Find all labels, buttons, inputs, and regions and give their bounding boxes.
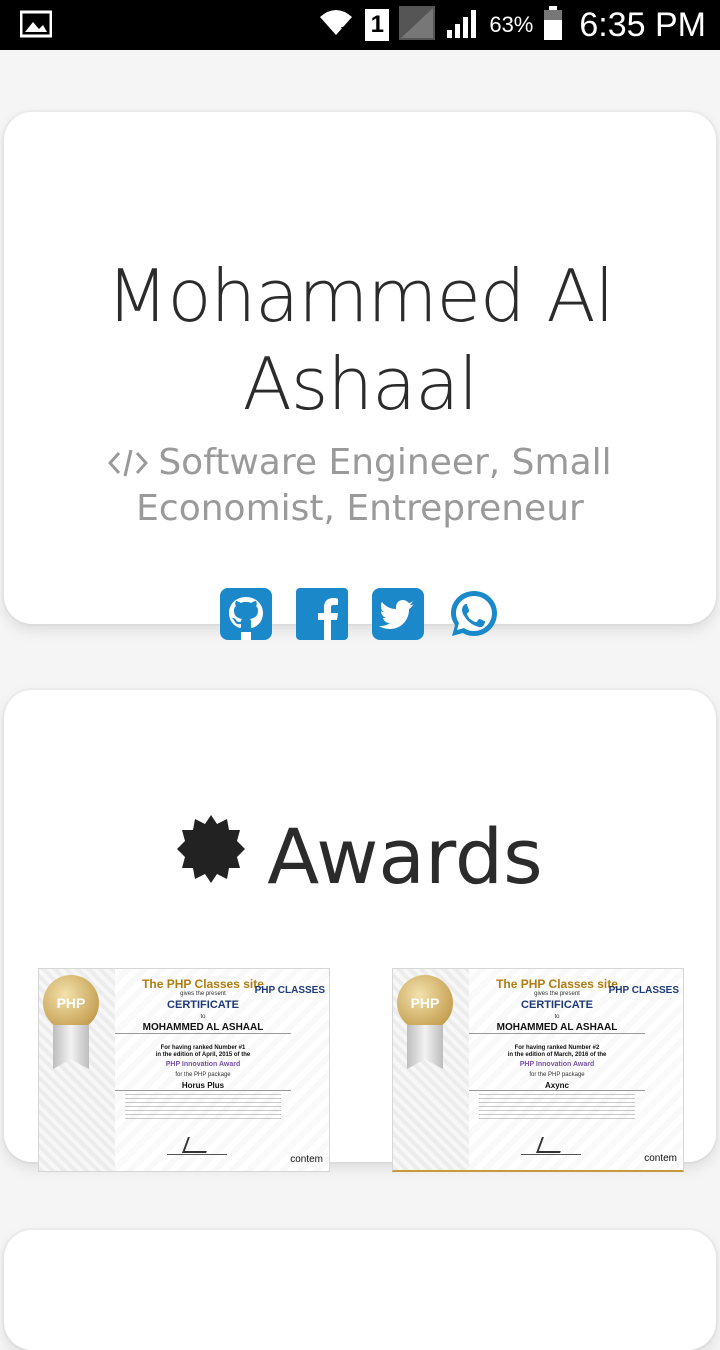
profile-name-line-1: Mohammed Al	[106, 254, 614, 338]
code-icon	[108, 446, 149, 488]
certificate-body-text	[479, 1094, 635, 1122]
php-seal-icon: PHP	[397, 975, 453, 1031]
certificate-package: Axync	[469, 1081, 645, 1091]
awards-title: Awards	[267, 812, 543, 901]
certificate-award: PHP Innovation Award	[519, 1061, 595, 1068]
php-classes-logo: PHP CLASSES	[608, 985, 679, 996]
certificate-package: Horus Plus	[115, 1081, 291, 1091]
certificate-rank-line-1: For having ranked Number #2	[514, 1045, 600, 1051]
social-links	[4, 588, 716, 640]
profile-card: Mohammed Al Ashaal Software Engineer, Sm…	[4, 112, 716, 640]
whatsapp-link[interactable]	[448, 588, 500, 640]
certificate-badge-icon	[177, 812, 246, 901]
subtitle-line-2: Economist, Entrepreneur	[136, 488, 584, 529]
signal-icon	[445, 6, 479, 44]
certificate-body-text	[125, 1094, 281, 1122]
contem-logo: contem	[290, 1154, 323, 1165]
profile-name: Mohammed Al Ashaal	[4, 252, 716, 428]
whatsapp-icon	[451, 591, 497, 636]
certificate-rank-line-2: in the edition of March, 2016 of the	[507, 1052, 607, 1058]
certificate-to: to	[554, 1014, 560, 1020]
subtitle-line-1: Software Engineer, Small	[158, 442, 612, 483]
signature	[167, 1135, 227, 1155]
wifi-icon	[317, 5, 355, 45]
awards-heading: Awards	[4, 812, 716, 901]
signature	[521, 1135, 581, 1155]
next-section-card	[4, 1230, 716, 1350]
battery-icon	[543, 6, 563, 44]
twitter-icon	[372, 588, 424, 640]
certificate-recipient: MOHAMMED AL ASHAAL	[115, 1022, 291, 1034]
certificate-recipient: MOHAMMED AL ASHAAL	[469, 1022, 645, 1034]
awards-card: Awards PHP The PHP Classes site gives th…	[4, 690, 716, 1172]
github-icon	[220, 588, 272, 640]
battery-percent: 63%	[489, 12, 534, 37]
certificate-heading: CERTIFICATE	[521, 999, 593, 1011]
signal-weak-icon	[399, 6, 436, 44]
certificate-rank-line-2: in the edition of April, 2015 of the	[155, 1052, 251, 1058]
github-link[interactable]	[220, 588, 272, 640]
php-seal-icon: PHP	[43, 975, 99, 1031]
facebook-icon	[296, 588, 348, 640]
twitter-link[interactable]	[372, 588, 424, 640]
certificate-award: PHP Innovation Award	[165, 1061, 241, 1068]
certificate-to: to	[200, 1014, 206, 1020]
facebook-link[interactable]	[296, 588, 348, 640]
php-classes-logo: PHP CLASSES	[254, 985, 325, 996]
page: Mohammed Al Ashaal Software Engineer, Sm…	[0, 50, 720, 1350]
certificate-rank: For having ranked Number #1 in the editi…	[115, 1045, 291, 1059]
contem-logo: contem	[644, 1153, 677, 1164]
certificate-image-2[interactable]: PHP The PHP Classes site gives the prese…	[392, 968, 684, 1172]
certificate-rank-line-1: For having ranked Number #1	[160, 1045, 246, 1051]
certificate-for-package: for the PHP package	[175, 1072, 231, 1078]
profile-subtitle: Software Engineer, Small Economist, Entr…	[64, 442, 656, 530]
certificate-image-1[interactable]: PHP The PHP Classes site gives the prese…	[38, 968, 330, 1172]
certificate-heading: CERTIFICATE	[167, 999, 239, 1011]
certificate-rank: For having ranked Number #2 in the editi…	[469, 1045, 645, 1059]
gallery-notification-icon	[19, 10, 53, 44]
sim-1-icon: 1	[365, 9, 390, 41]
certificate-for-package: for the PHP package	[529, 1072, 585, 1078]
status-bar: 1 63% 6:35 PM	[0, 0, 720, 50]
clock: 6:35 PM	[579, 5, 706, 44]
profile-name-line-2: Ashaal	[242, 342, 479, 426]
